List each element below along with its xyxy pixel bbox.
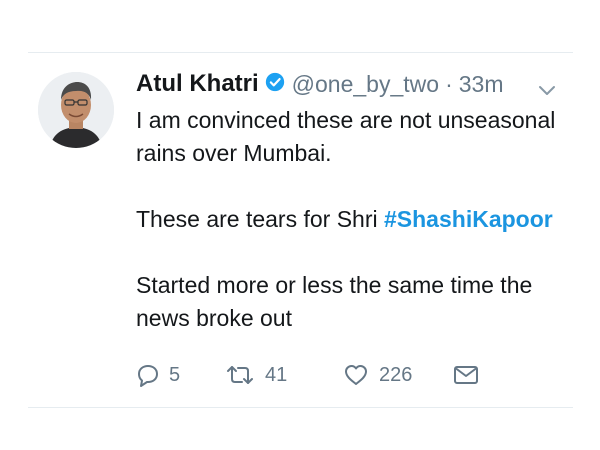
reply-count: 5 (169, 363, 181, 386)
tweet-paragraph-text: These are tears for Shri (136, 206, 384, 232)
tweet-text: I am convinced these are not unseasonal … (136, 104, 566, 335)
envelope-icon (452, 363, 480, 387)
header-separator: · (445, 70, 453, 97)
retweet-count: 41 (265, 363, 288, 386)
chevron-down-icon[interactable] (538, 84, 556, 96)
direct-message-button[interactable] (452, 363, 480, 387)
heart-icon (342, 363, 370, 387)
hashtag-link[interactable]: #ShashiKapoor (384, 206, 553, 232)
author-avatar[interactable] (38, 72, 114, 148)
reply-icon (134, 363, 160, 387)
retweet-icon (224, 363, 256, 387)
author-name[interactable]: Atul Khatri (136, 70, 259, 98)
like-count: 226 (379, 363, 413, 386)
tweet-paragraph: I am convinced these are not unseasonal … (136, 107, 556, 166)
tweet-paragraph: These are tears for Shri #ShashiKapoor (136, 203, 566, 236)
author-handle[interactable]: @one_by_two (292, 71, 439, 98)
tweet-header: Atul Khatri @one_by_two · 33m (136, 70, 503, 98)
like-button[interactable]: 226 (342, 363, 452, 387)
retweet-button[interactable]: 41 (224, 363, 342, 387)
tweet-paragraph: Started more or less the same time the n… (136, 272, 533, 331)
tweet-actions: 5 41 226 (134, 360, 480, 390)
verified-badge-icon (259, 72, 292, 97)
tweet-timestamp[interactable]: 33m (459, 71, 504, 98)
reply-button[interactable]: 5 (134, 363, 224, 387)
